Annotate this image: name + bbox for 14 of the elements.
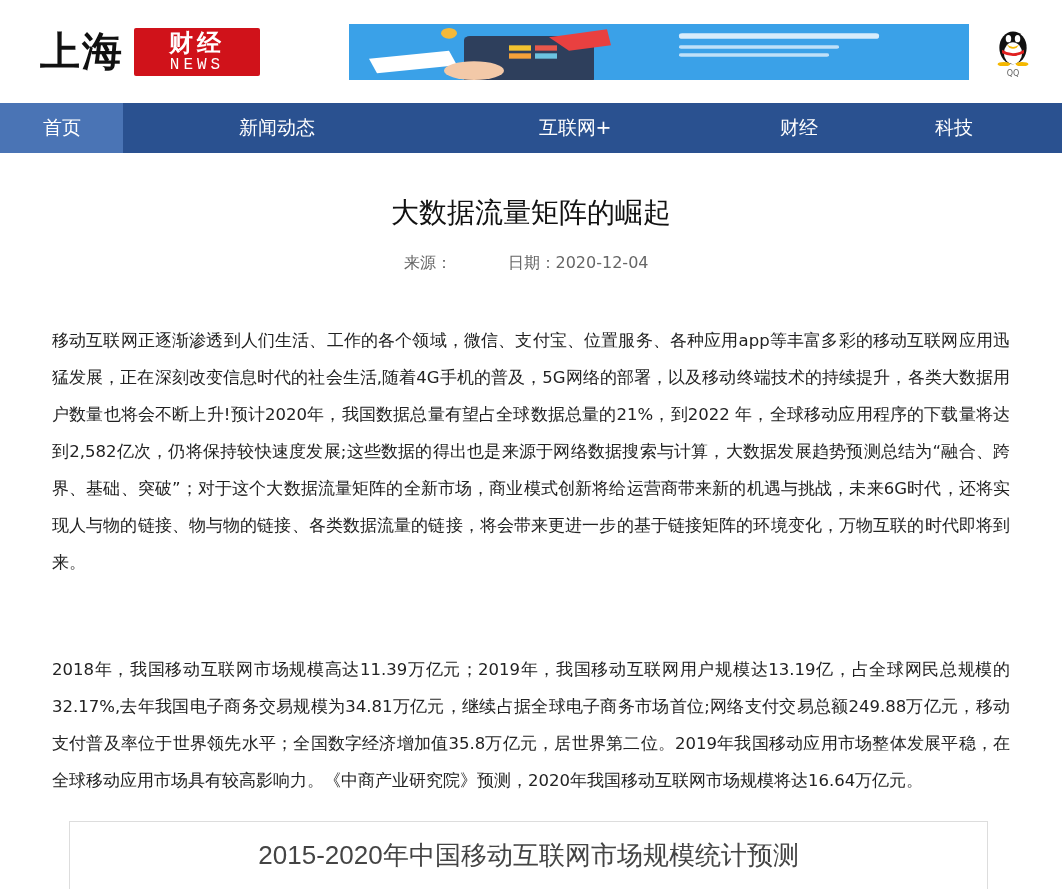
nav-tab[interactable]: 财经	[719, 103, 879, 153]
qq-label: QQ	[1006, 68, 1020, 78]
logo-badge: 财经 NEWS	[134, 27, 260, 76]
nav-tab[interactable]: 首页	[0, 103, 123, 153]
nav-tab[interactable]: 科技	[879, 103, 1029, 153]
article-title: 大数据流量矩阵的崛起	[390, 195, 672, 231]
nav-tab[interactable]: 互联网+	[431, 103, 719, 153]
article-paragraph: 2018年，我国移动互联网市场规模高达11.39万亿元；2019年，我国移动互联网用户规模达13.19亿，占全球网民总规模的32.17%,去年我国电子商务交易规模为34.81万亿元，继续占据全球电子商务市场首位;网络支付交易总额249.88万亿元，移动支付普及率位于世界领先水平；全国数字经济增加值35.8万亿元，居世界第二位。2019年我国移动应用市场整体发展平稳，在全球移动应用市场具有较高影响力。《中商产业研究院》预测，2020年我国移动互联网市场规模将达16.64万亿元。	[52, 659, 1010, 792]
chart-title: 2015-2020年中国移动互联网市场规模统计预测	[258, 839, 799, 872]
logo-text: 上海	[40, 26, 124, 76]
nav-tab[interactable]: 新闻动态	[123, 103, 431, 153]
article-paragraph: 移动互联网正逐渐渗透到人们生活、工作的各个领域，微信、支付宝、位置服务、各种应用app等丰富多彩的移动互联网应用迅猛发展，正在深刻改变信息时代的社会生活,随着4G手机的普及，5G网络的部署，以及移动终端技术的持续提升，各类大数据用户数量也将会不断上升!预计2020年，我国数据总量有望占全球数据总量的21%，到2022 年，全球移动应用程序的下载量将达到2,582亿次，仍将保持较快速度发展;这些数据的得出也是来源于网络数据搜索与计算，大数据发展趋势预测总结为“融合、跨界、基础、突破”；对于这个大数据流量矩阵的全新市场，商业模式创新将给运营商带来新的机遇与挑战，未来6G时代，还将实现人与物的链接、物与物的链接、各类数据流量的链接，将会带来更进一步的基于链接矩阵的环境变化，万物互联的时代即将到来。	[52, 330, 1010, 574]
publish-date: 日期：2020-12-04	[507, 253, 649, 274]
source-label: 来源：	[403, 253, 452, 274]
